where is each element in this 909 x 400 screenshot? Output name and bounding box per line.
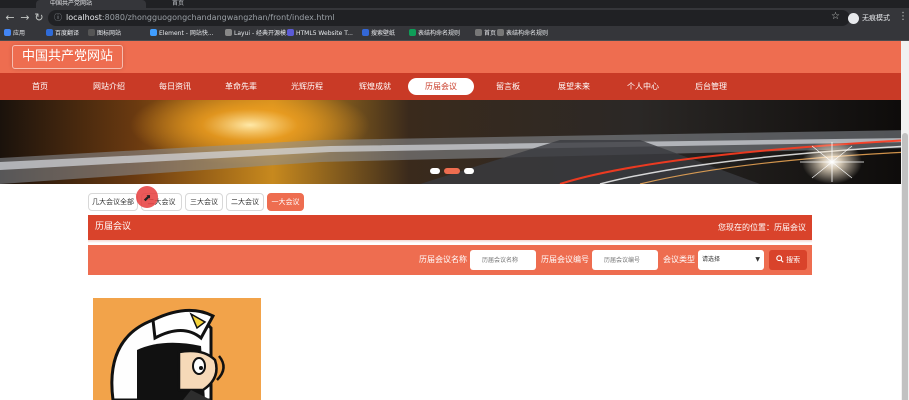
category-label: 二大会议: [231, 198, 259, 206]
name-filter-label: 历届会议名称: [419, 255, 467, 264]
browser-tab[interactable]: 首页: [158, 0, 268, 8]
tab-title: 中国共产党网站: [50, 0, 93, 7]
nav-item[interactable]: 网站介绍: [82, 78, 136, 95]
cartoon-thumbnail-image: [93, 298, 261, 400]
bookmark-favicon-icon: [287, 29, 294, 36]
breadcrumb: 您现在的位置：历届会议: [718, 215, 806, 240]
bookmark-item[interactable]: 表结构命名规则: [409, 29, 460, 39]
bookmark-item[interactable]: 图标网站: [88, 29, 121, 39]
browser-menu-icon[interactable]: ⋮: [898, 11, 908, 22]
forward-arrow-icon[interactable]: →: [18, 11, 32, 25]
bookmark-favicon-icon: [409, 29, 416, 36]
section-divider: [88, 240, 812, 243]
section-header: 历届会议 您现在的位置：历届会议: [88, 215, 812, 240]
bookmark-item[interactable]: Layui - 经典开源模...: [225, 29, 292, 39]
bookmark-label: HTML5 Website T...: [296, 30, 353, 37]
bookmark-label: 搜索壁纸: [371, 30, 396, 37]
site-header: 中国共产党网站: [0, 41, 909, 73]
name-filter-input[interactable]: [470, 250, 536, 270]
bookmark-item[interactable]: HTML5 Website T...: [287, 29, 353, 39]
category-label: 三大会议: [190, 198, 218, 206]
search-bar: 历届会议名称 历届会议编号 会议类型 请选择 ▼ 搜索: [88, 245, 812, 275]
bookmark-item[interactable]: 搜索壁纸: [362, 29, 395, 39]
bookmark-label: 表结构命名规则: [506, 30, 549, 37]
browser-tab-active[interactable]: 中国共产党网站: [36, 0, 146, 8]
bookmark-favicon-icon: [4, 29, 11, 36]
mouse-pointer-icon: ⬈: [143, 193, 152, 204]
address-bar[interactable]: ⓘ localhost:8080/zhongguogongchandangwan…: [48, 10, 850, 26]
nav-item[interactable]: 后台管理: [683, 78, 739, 95]
carousel-dot[interactable]: [464, 168, 474, 174]
bookmark-label: Layui - 经典开源模...: [234, 30, 292, 37]
bookmark-favicon-icon: [497, 29, 504, 36]
search-button[interactable]: 搜索: [769, 250, 807, 270]
bookmark-favicon-icon: [46, 29, 53, 36]
page-scrollbar[interactable]: [901, 41, 909, 400]
bookmark-star-icon[interactable]: ☆: [831, 11, 840, 22]
back-arrow-icon[interactable]: ←: [3, 11, 17, 25]
bookmark-item[interactable]: 应用: [4, 29, 25, 39]
site-info-icon[interactable]: ⓘ: [54, 10, 62, 26]
nav-item[interactable]: 光辉历程: [280, 78, 334, 95]
main-nav: 首页 网站介绍 每日资讯 革命先辈 光辉历程 辉煌成就 历届会议 留言板 展望未来 个人中心 后台管…: [0, 73, 909, 100]
bookmark-label: 首页: [484, 30, 497, 37]
category-label: 几大会议全部: [92, 198, 134, 206]
breadcrumb-prefix: 您现在的位置：: [718, 223, 774, 232]
bookmark-item[interactable]: 首页: [475, 29, 496, 39]
browser-toolbar: ← → ↻ ⓘ localhost:8080/zhongguogongchand…: [0, 8, 909, 28]
category-button-all[interactable]: 几大会议全部: [88, 193, 138, 211]
scrollbar-thumb[interactable]: [902, 133, 908, 400]
browser-tab-strip: 中国共产党网站 首页: [0, 0, 909, 8]
category-label: 一大会议: [271, 198, 300, 206]
incognito-icon: [848, 12, 859, 24]
bookmark-favicon-icon: [225, 29, 232, 36]
category-button-active[interactable]: 一大会议: [267, 193, 304, 211]
bookmark-label: Element - 网站快...: [159, 30, 214, 37]
nav-item[interactable]: 辉煌成就: [346, 78, 404, 95]
bookmark-item[interactable]: Element - 网站快...: [150, 29, 214, 39]
number-filter-label: 历届会议编号: [541, 255, 589, 264]
url-path: :8080/zhongguogongchandangwangzhan/front…: [101, 13, 335, 22]
carousel-dot[interactable]: [444, 168, 460, 174]
chevron-down-icon: ▼: [755, 256, 760, 263]
nav-item[interactable]: 每日资讯: [148, 78, 202, 95]
meeting-card-thumbnail[interactable]: [93, 298, 261, 400]
bookmark-favicon-icon: [362, 29, 369, 36]
search-button-label: 搜索: [786, 256, 801, 264]
type-filter-select[interactable]: 请选择 ▼: [698, 250, 764, 270]
profile-label: 无痕模式: [862, 14, 890, 22]
bookmark-item[interactable]: 百度翻译: [46, 29, 79, 39]
search-icon: [776, 255, 784, 263]
bookmark-label: 应用: [13, 30, 26, 37]
bookmark-label: 图标网站: [97, 30, 122, 37]
bookmark-favicon-icon: [88, 29, 95, 36]
nav-item[interactable]: 个人中心: [614, 78, 672, 95]
number-filter-input[interactable]: [592, 250, 658, 270]
bookmarks-bar: 应用 百度翻译 图标网站 Element - 网站快... Layui - 经典开源模.…: [0, 28, 909, 41]
url-host: localhost: [66, 13, 102, 22]
nav-item[interactable]: 留言板: [483, 78, 533, 95]
nav-item[interactable]: 展望未来: [546, 78, 602, 95]
nav-item[interactable]: 首页: [16, 78, 64, 95]
bookmark-label: 表结构命名规则: [418, 30, 461, 37]
carousel-dot[interactable]: [430, 168, 440, 174]
bookmark-label: 百度翻译: [55, 30, 80, 37]
bookmark-favicon-icon: [150, 29, 157, 36]
breadcrumb-current[interactable]: 历届会议: [774, 223, 806, 232]
category-button[interactable]: 二大会议: [226, 193, 264, 211]
nav-item[interactable]: 革命先辈: [214, 78, 268, 95]
bookmark-item[interactable]: 表结构命名规则: [497, 29, 548, 39]
category-button[interactable]: 三大会议: [185, 193, 223, 211]
nav-item-active[interactable]: 历届会议: [408, 78, 474, 95]
type-filter-value: 请选择: [702, 256, 721, 263]
tab-title: 首页: [172, 0, 185, 7]
incognito-profile-button[interactable]: 无痕模式: [848, 11, 890, 25]
section-title: 历届会议: [95, 222, 132, 232]
site-logo[interactable]: 中国共产党网站: [12, 45, 124, 69]
reload-icon[interactable]: ↻: [32, 11, 46, 25]
bookmark-favicon-icon: [475, 29, 482, 36]
type-filter-label: 会议类型: [663, 255, 695, 264]
